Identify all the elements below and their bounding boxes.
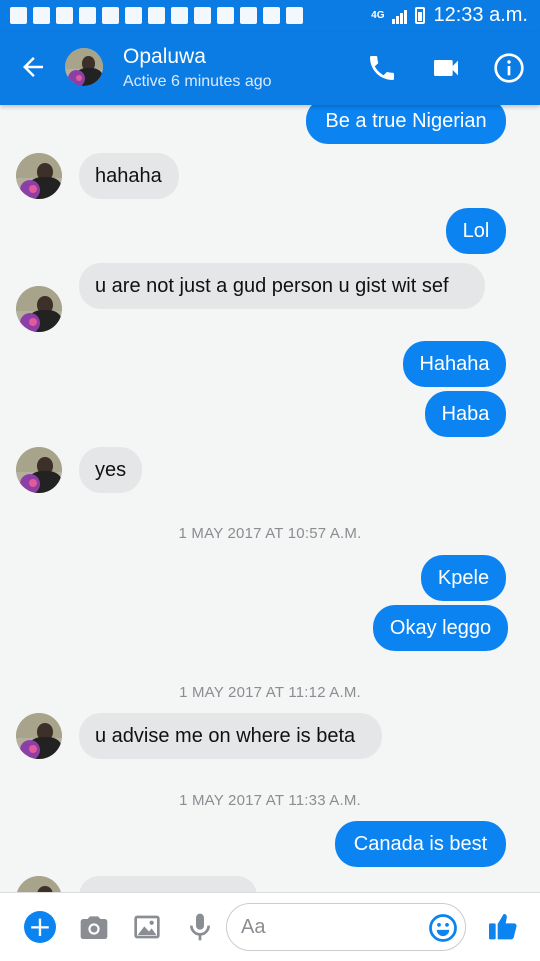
plus-icon[interactable]: +: [24, 911, 56, 943]
notification-icon: [102, 7, 119, 24]
contact-avatar[interactable]: [16, 286, 62, 332]
camera-icon[interactable]: [78, 911, 110, 943]
thumbs-up-icon[interactable]: [487, 909, 519, 943]
network-type: 4G: [371, 9, 385, 21]
incoming-message[interactable]: u are not just a gud person u gist wit s…: [79, 263, 485, 309]
contact-name[interactable]: Opaluwa: [123, 45, 206, 69]
incoming-message[interactable]: yes: [79, 447, 142, 493]
incoming-message[interactable]: hahaha: [79, 153, 179, 199]
contact-status: Active 6 minutes ago: [123, 73, 272, 90]
notification-icon: [171, 7, 188, 24]
notification-icon: [33, 7, 50, 24]
outgoing-message[interactable]: Hahaha: [403, 341, 506, 387]
notification-icons: [10, 7, 303, 24]
conversation-header: Opaluwa Active 6 minutes ago: [0, 32, 540, 105]
contact-avatar[interactable]: [65, 48, 103, 86]
outgoing-message[interactable]: Lol: [446, 208, 506, 254]
info-icon[interactable]: [493, 52, 525, 84]
notification-icon: [148, 7, 165, 24]
status-bar: 4G 12:33 a.m.: [0, 0, 540, 32]
incoming-message[interactable]: u advise me on where is beta: [79, 713, 382, 759]
notification-icon: [56, 7, 73, 24]
outgoing-message[interactable]: Kpele: [421, 555, 506, 601]
gallery-icon[interactable]: [131, 911, 163, 943]
battery-icon: [415, 7, 426, 24]
phone-icon[interactable]: [366, 52, 398, 84]
notification-icon: [10, 7, 27, 24]
notification-icon: [79, 7, 96, 24]
notification-icon: [125, 7, 142, 24]
message-timestamp: 1 MAY 2017 AT 11:33 A.M.: [179, 792, 361, 809]
back-arrow-icon[interactable]: [18, 52, 48, 82]
notification-icon: [194, 7, 211, 24]
video-camera-icon[interactable]: [430, 52, 462, 84]
emoji-icon[interactable]: [428, 913, 458, 943]
clock: 12:33 a.m.: [433, 4, 528, 26]
outgoing-message[interactable]: Haba: [425, 391, 506, 437]
notification-icon: [263, 7, 280, 24]
message-timestamp: 1 MAY 2017 AT 11:12 A.M.: [179, 684, 361, 701]
notification-icon: [240, 7, 257, 24]
notification-icon: [217, 7, 234, 24]
notification-icon: [286, 7, 303, 24]
contact-avatar[interactable]: [16, 153, 62, 199]
microphone-icon[interactable]: [184, 911, 216, 943]
signal-icon: [392, 8, 408, 24]
message-timestamp: 1 MAY 2017 AT 10:57 A.M.: [178, 525, 362, 542]
contact-avatar[interactable]: [16, 713, 62, 759]
message-composer: +: [0, 892, 540, 961]
contact-avatar[interactable]: [16, 447, 62, 493]
outgoing-message[interactable]: Okay leggo: [373, 605, 508, 651]
outgoing-message[interactable]: Canada is best: [335, 821, 506, 867]
